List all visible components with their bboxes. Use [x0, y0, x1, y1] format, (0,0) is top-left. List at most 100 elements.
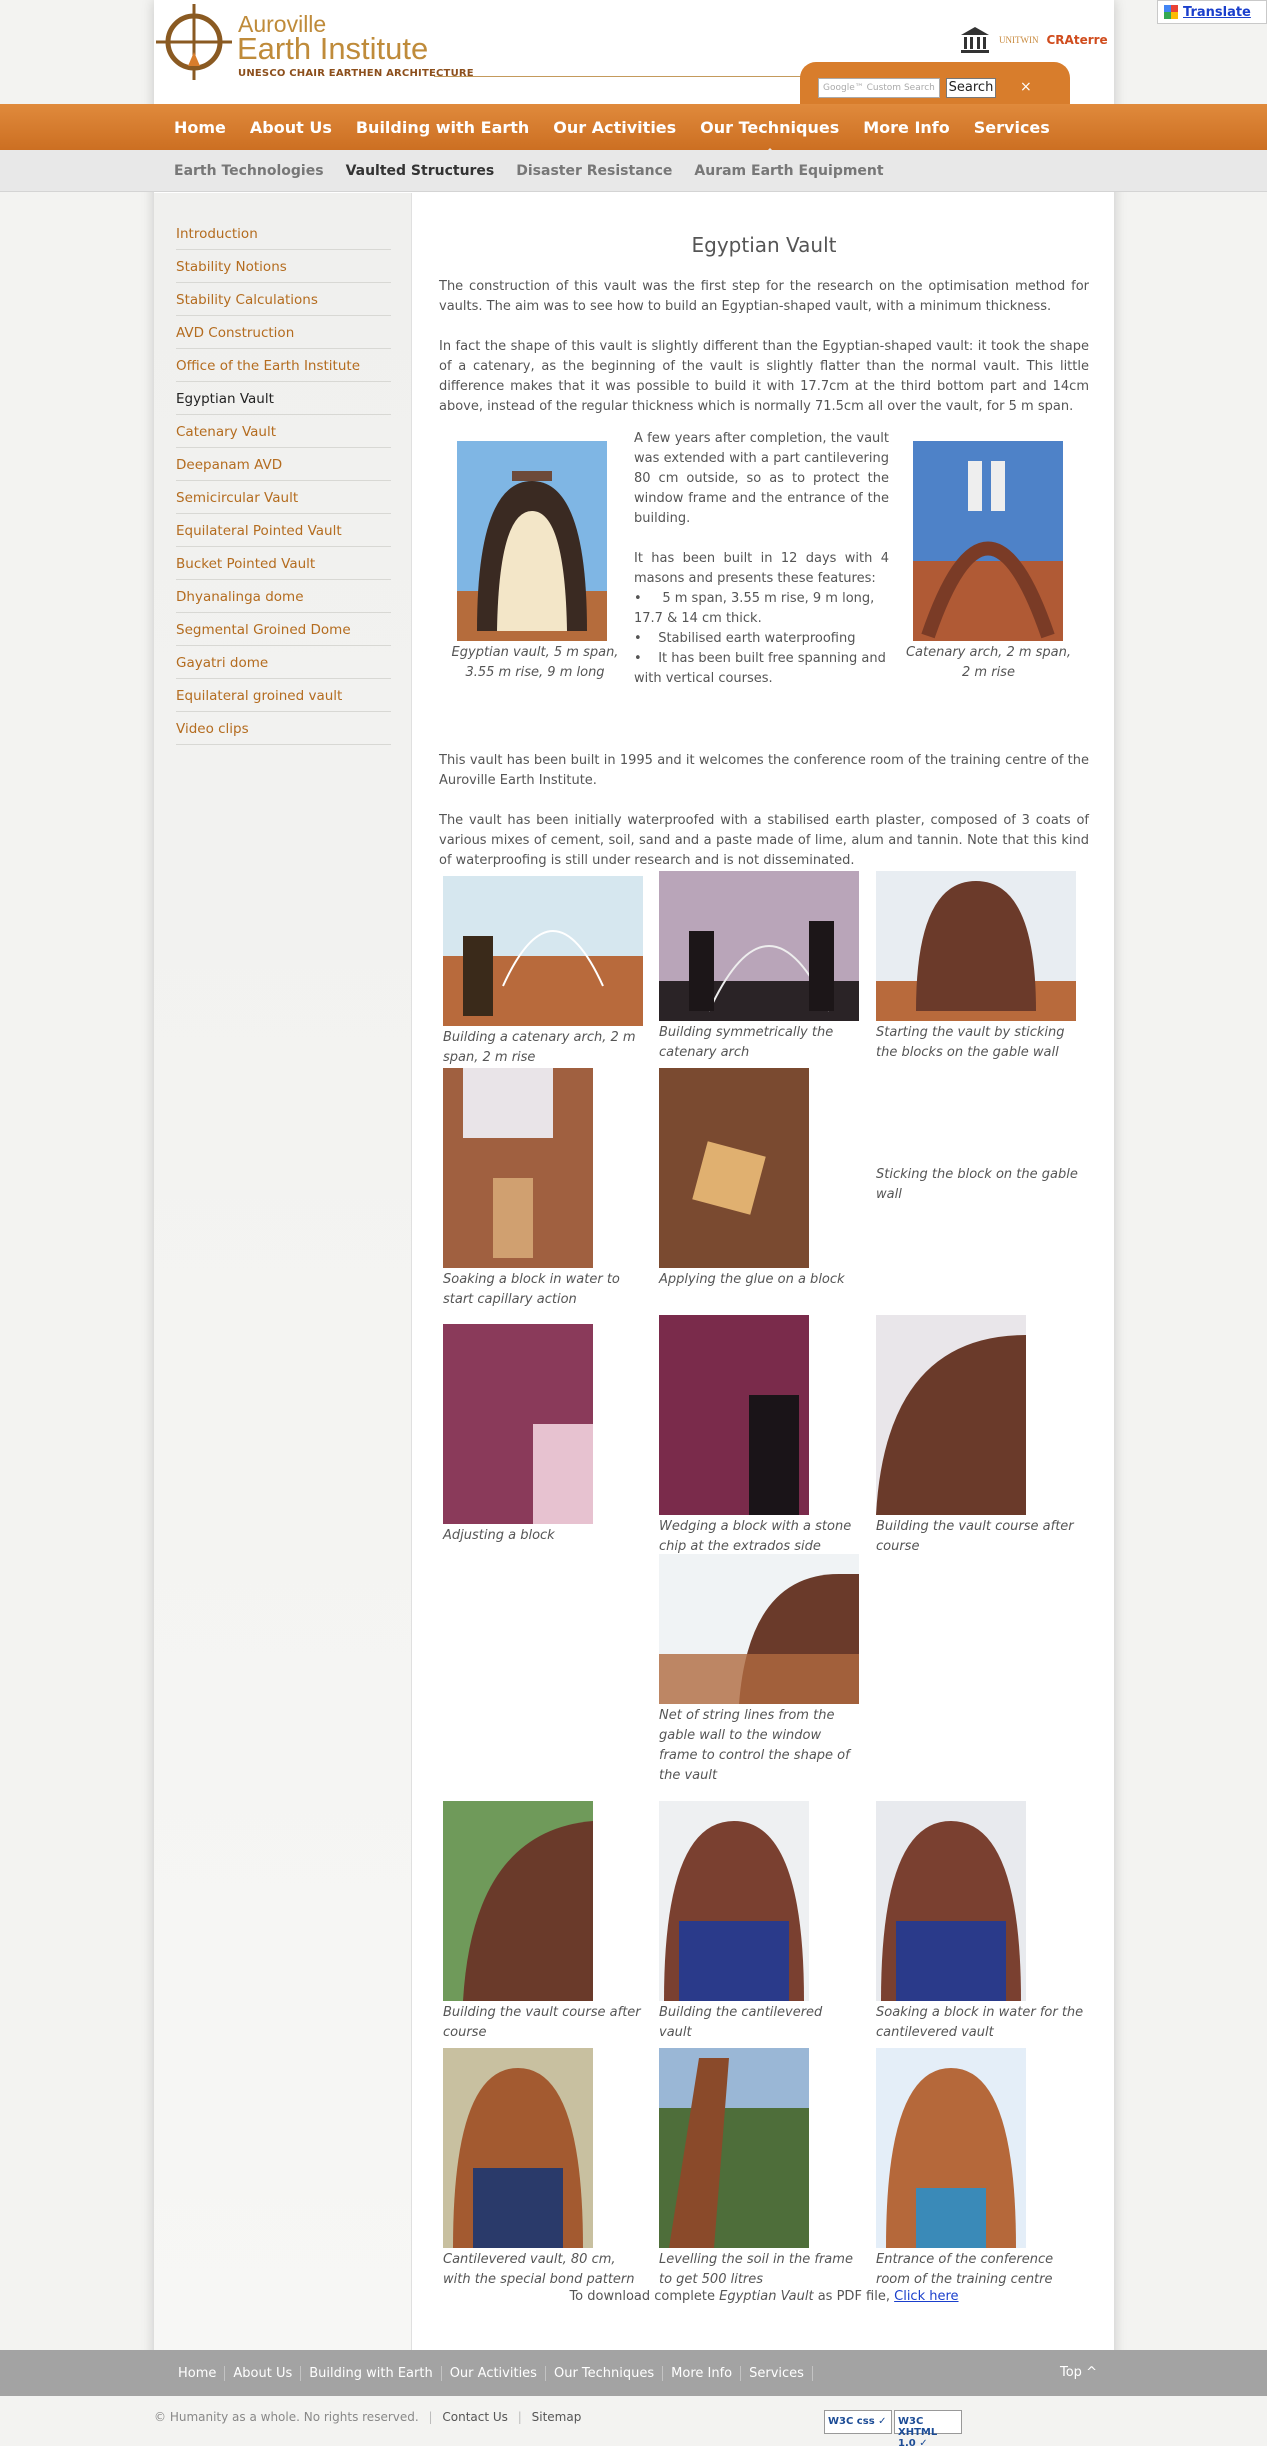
- site-title-line2[interactable]: Earth Institute: [237, 32, 428, 66]
- gallery-photo[interactable]: [659, 1068, 809, 1268]
- footer-link-services[interactable]: Services: [741, 2365, 813, 2381]
- sidebar: Introduction Stability Notions Stability…: [154, 193, 412, 2350]
- search-input[interactable]: Google™ Custom Search: [818, 78, 940, 98]
- gallery-photo[interactable]: [876, 1801, 1026, 2001]
- subnav-auram-earth-equipment[interactable]: Auram Earth Equipment: [694, 163, 883, 179]
- construction-paragraph: It has been built in 12 days with 4 maso…: [634, 551, 889, 586]
- nav-about-us[interactable]: About Us: [250, 118, 332, 137]
- sidebar-item-office[interactable]: Office of the Earth Institute: [176, 349, 391, 382]
- sidebar-item-catenary-vault[interactable]: Catenary Vault: [176, 415, 391, 448]
- sitemap-link[interactable]: Sitemap: [532, 2410, 582, 2424]
- unitwin-logo[interactable]: UNITWIN: [999, 35, 1039, 45]
- nav-our-activities[interactable]: Our Activities: [553, 118, 676, 137]
- footer-link-home[interactable]: Home: [170, 2365, 226, 2381]
- gallery-photo[interactable]: [443, 2048, 593, 2248]
- nav-building-with-earth[interactable]: Building with Earth: [356, 118, 529, 137]
- vault-overview-section: Egyptian vault, 5 m span, 3.55 m rise, 9…: [439, 429, 1089, 721]
- gallery-caption: Cantilevered vault, 80 cm, with the spec…: [443, 2252, 635, 2287]
- footer-link-more-info[interactable]: More Info: [663, 2365, 742, 2381]
- site-footer: Home About Us Building with Earth Our Ac…: [0, 2350, 1267, 2396]
- waterproofing-paragraph: The vault has been initially waterproofe…: [439, 813, 1089, 868]
- translate-link[interactable]: Translate: [1183, 5, 1251, 20]
- feature-item: • Stabilised earth waterproofing: [634, 631, 856, 646]
- subnav-disaster-resistance[interactable]: Disaster Resistance: [516, 163, 672, 179]
- photo-gallery: Building a catenary arch, 2 m span, 2 m …: [439, 871, 1089, 2304]
- copyright-line: © Humanity as a whole. No rights reserve…: [154, 2410, 582, 2424]
- gallery-photo[interactable]: [443, 1801, 593, 2001]
- gallery-caption: Levelling the soil in the frame to get 5…: [659, 2252, 853, 2287]
- gallery-photo[interactable]: [876, 871, 1076, 1021]
- sidebar-item-stability-calculations[interactable]: Stability Calculations: [176, 283, 391, 316]
- google-translate-icon: [1164, 5, 1178, 19]
- sidebar-item-dhyanalinga-dome[interactable]: Dhyanalinga dome: [176, 580, 391, 613]
- sidebar-item-egyptian-vault[interactable]: Egyptian Vault: [176, 382, 391, 415]
- nav-more-info[interactable]: More Info: [863, 118, 950, 137]
- subnav-vaulted-structures[interactable]: Vaulted Structures: [346, 163, 495, 179]
- bottom-bar: © Humanity as a whole. No rights reserve…: [0, 2396, 1267, 2446]
- sidebar-item-video-clips[interactable]: Video clips: [176, 712, 391, 745]
- footer-link-about-us[interactable]: About Us: [225, 2365, 302, 2381]
- gallery-caption: Wedging a block with a stone chip at the…: [659, 1519, 852, 1554]
- sidebar-item-bucket-pointed-vault[interactable]: Bucket Pointed Vault: [176, 547, 391, 580]
- page-title: Egyptian Vault: [691, 233, 837, 257]
- gallery-caption: Building symmetrically the catenary arch: [659, 1025, 834, 1060]
- nav-home[interactable]: Home: [174, 118, 226, 137]
- w3c-css-badge-icon[interactable]: W3C css ✓: [824, 2410, 892, 2434]
- w3c-xhtml-badge-icon[interactable]: W3C XHTML 1.0 ✓: [894, 2410, 962, 2446]
- site-header: Auroville Earth Institute UNESCO CHAIR E…: [154, 0, 1114, 104]
- gallery-photo[interactable]: [876, 2048, 1026, 2248]
- gallery-photo[interactable]: [443, 1324, 593, 1524]
- footer-link-our-activities[interactable]: Our Activities: [442, 2365, 546, 2381]
- vault-features-text: A few years after completion, the vault …: [634, 429, 889, 689]
- history-paragraph: This vault has been built in 1995 and it…: [439, 753, 1089, 788]
- gallery-caption: Building the cantilevered vault: [659, 2005, 823, 2040]
- gallery-photo[interactable]: [659, 1315, 809, 1515]
- nav-our-techniques[interactable]: Our Techniques: [700, 118, 839, 154]
- copyright-text: © Humanity as a whole. No rights reserve…: [154, 2410, 419, 2424]
- sidebar-item-introduction[interactable]: Introduction: [176, 217, 391, 250]
- extension-paragraph: A few years after completion, the vault …: [634, 431, 889, 526]
- gallery-photo[interactable]: [443, 1068, 593, 1268]
- gallery-photo[interactable]: [659, 1554, 859, 1704]
- footer-link-building-with-earth[interactable]: Building with Earth: [301, 2365, 442, 2381]
- sidebar-item-semicircular-vault[interactable]: Semicircular Vault: [176, 481, 391, 514]
- gallery-caption: Soaking a block in water for the cantile…: [876, 2005, 1084, 2040]
- search-button[interactable]: Search: [946, 78, 996, 98]
- gallery-photo[interactable]: [443, 876, 643, 1026]
- nav-services[interactable]: Services: [974, 118, 1050, 137]
- egyptian-vault-photo[interactable]: [457, 441, 607, 641]
- figure-caption: Catenary arch, 2 m span, 2 m rise: [905, 645, 1072, 680]
- main-content: Egyptian Vault The construction of this …: [439, 193, 1089, 2304]
- sidebar-item-equilateral-groined-vault[interactable]: Equilateral groined vault: [176, 679, 391, 712]
- feature-item: • It has been built free spanning and wi…: [634, 651, 886, 686]
- gallery-photo[interactable]: [659, 2048, 809, 2248]
- craterre-logo[interactable]: CRAterre: [1047, 33, 1108, 47]
- sidebar-item-equilateral-pointed-vault[interactable]: Equilateral Pointed Vault: [176, 514, 391, 547]
- main-navigation: Home About Us Building with Earth Our Ac…: [0, 104, 1267, 154]
- catenary-arch-photo[interactable]: [913, 441, 1063, 641]
- subnav-earth-technologies[interactable]: Earth Technologies: [174, 163, 324, 179]
- site-subtitle: UNESCO CHAIR EARTHEN ARCHITECTURE: [238, 68, 474, 79]
- sidebar-item-stability-notions[interactable]: Stability Notions: [176, 250, 391, 283]
- contact-us-link[interactable]: Contact Us: [442, 2410, 508, 2424]
- translate-widget[interactable]: Translate: [1157, 0, 1267, 24]
- download-pdf-link[interactable]: Click here: [894, 2289, 958, 2304]
- gallery-caption: Building the vault course after course: [443, 2005, 641, 2040]
- sidebar-item-segmental-groined-dome[interactable]: Segmental Groined Dome: [176, 613, 391, 646]
- gallery-caption: Applying the glue on a block: [659, 1272, 845, 1287]
- footer-link-our-techniques[interactable]: Our Techniques: [546, 2365, 664, 2381]
- gallery-caption: Adjusting a block: [443, 1528, 555, 1543]
- sidebar-item-gayatri-dome[interactable]: Gayatri dome: [176, 646, 391, 679]
- gallery-caption: Building the vault course after course: [876, 1519, 1074, 1554]
- unesco-logo-icon[interactable]: [959, 24, 991, 56]
- features-list: • 5 m span, 3.55 m rise, 9 m long, 17.7 …: [634, 589, 889, 689]
- gallery-photo[interactable]: [659, 871, 859, 1021]
- sidebar-item-deepanam-avd[interactable]: Deepanam AVD: [176, 448, 391, 481]
- figure-caption: Egyptian vault, 5 m span, 3.55 m rise, 9…: [451, 645, 619, 680]
- sidebar-item-avd-construction[interactable]: AVD Construction: [176, 316, 391, 349]
- back-to-top-link[interactable]: Top ^: [1060, 2365, 1097, 2380]
- gallery-photo[interactable]: [659, 1801, 809, 2001]
- earth-institute-logo-icon[interactable]: [156, 4, 232, 80]
- search-clear-icon[interactable]: ×: [1020, 79, 1032, 95]
- gallery-photo[interactable]: [876, 1315, 1026, 1515]
